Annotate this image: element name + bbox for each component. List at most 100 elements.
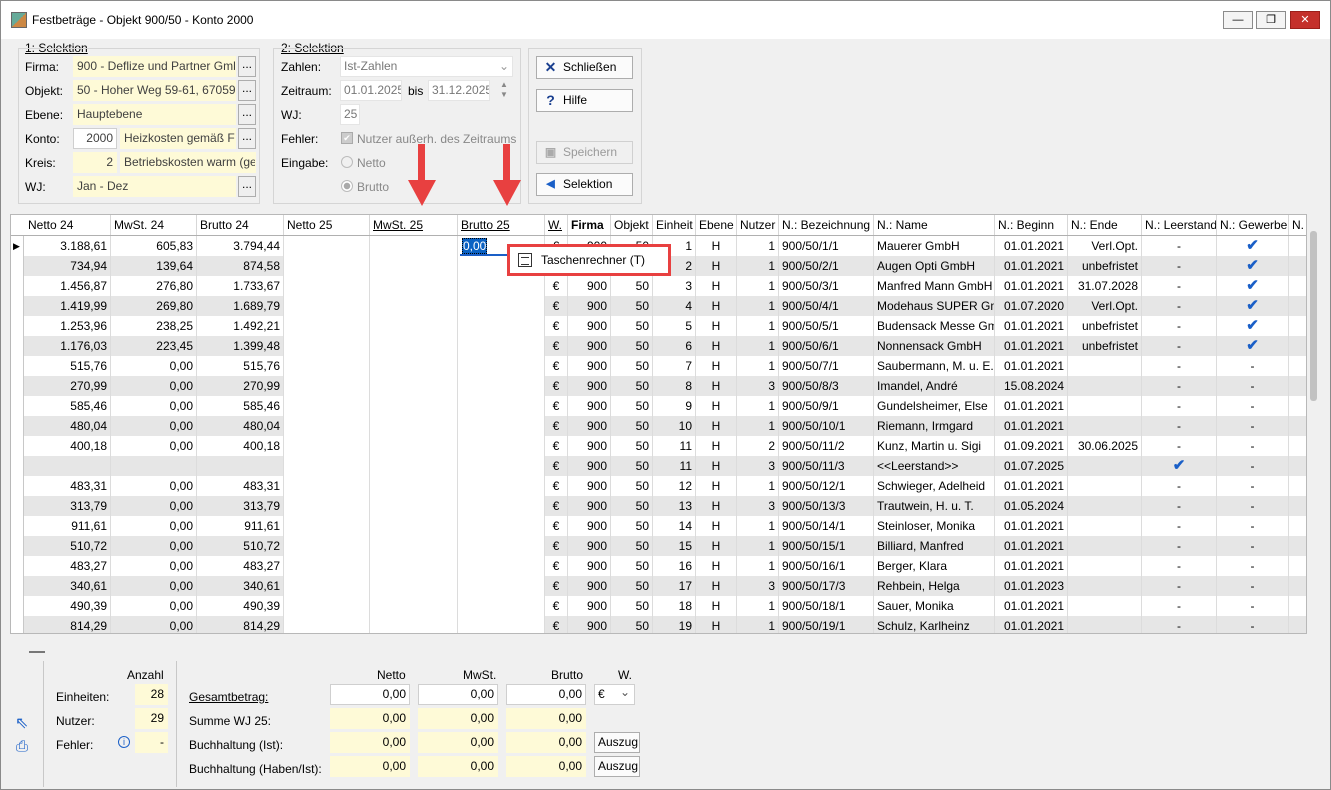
table-cell[interactable]: 483,31 xyxy=(197,476,284,496)
table-cell[interactable]: Kunz, Martin u. Sigi xyxy=(874,436,995,456)
table-cell[interactable]: 900/50/7/1 xyxy=(779,356,874,376)
context-menu[interactable]: Taschenrechner (T) xyxy=(507,244,671,276)
table-cell[interactable]: € xyxy=(545,316,568,336)
table-cell[interactable]: 30.06.2025 xyxy=(1068,436,1142,456)
table-cell[interactable]: 1 xyxy=(737,516,779,536)
table-cell[interactable]: € xyxy=(545,556,568,576)
table-cell[interactable]: 10 xyxy=(653,416,696,436)
table-cell[interactable]: 01.01.2021 xyxy=(995,516,1068,536)
fehler-checkbox[interactable]: ✔ xyxy=(341,132,353,144)
splitter-handle[interactable] xyxy=(29,651,45,653)
table-cell[interactable] xyxy=(284,416,370,436)
table-cell[interactable]: 900/50/3/1 xyxy=(779,276,874,296)
table-cell[interactable]: H xyxy=(696,436,737,456)
table-cell[interactable]: 900/50/11/3 xyxy=(779,456,874,476)
selektion-button[interactable]: ◀ Selektion xyxy=(536,173,633,196)
table-cell[interactable] xyxy=(370,316,458,336)
table-cell[interactable]: Verl.Opt. xyxy=(1068,296,1142,316)
table-cell[interactable]: 01.01.2021 xyxy=(995,476,1068,496)
table-cell[interactable] xyxy=(370,236,458,256)
table-cell[interactable] xyxy=(458,516,545,536)
table-cell[interactable] xyxy=(458,456,545,476)
table-cell[interactable]: 1 xyxy=(737,256,779,276)
table-cell[interactable] xyxy=(284,596,370,616)
table-cell[interactable]: 900/50/2/1 xyxy=(779,256,874,276)
table-cell[interactable]: 900 xyxy=(568,316,611,336)
table-cell[interactable]: 3 xyxy=(737,576,779,596)
row-selector[interactable] xyxy=(11,276,24,296)
table-cell[interactable]: - xyxy=(1142,476,1217,496)
wj-browse-button[interactable]: ... xyxy=(238,176,256,197)
table-cell[interactable]: 11 xyxy=(653,436,696,456)
table-cell[interactable]: 1 xyxy=(737,236,779,256)
column-header[interactable]: Objekt xyxy=(611,215,653,235)
table-cell[interactable]: - xyxy=(1217,496,1289,516)
table-cell[interactable]: € xyxy=(545,356,568,376)
table-cell[interactable]: 874,58 xyxy=(197,256,284,276)
table-cell[interactable]: Saubermann, M. u. E. xyxy=(874,356,995,376)
table-cell[interactable]: 50 xyxy=(611,596,653,616)
table-cell[interactable]: Berger, Klara xyxy=(874,556,995,576)
kreis-number-field[interactable]: 2 xyxy=(73,152,117,173)
table-cell[interactable]: - xyxy=(1142,396,1217,416)
table-cell[interactable]: Riemann, Irmgard xyxy=(874,416,995,436)
column-header[interactable]: Netto 25 xyxy=(284,215,370,235)
kreis-field[interactable]: Betriebskosten warm (ge xyxy=(120,152,256,173)
table-cell[interactable]: - xyxy=(1142,496,1217,516)
table-cell[interactable]: 1 xyxy=(737,556,779,576)
table-cell[interactable]: H xyxy=(696,536,737,556)
table-cell[interactable] xyxy=(284,236,370,256)
table-cell[interactable] xyxy=(111,456,197,476)
row-selector[interactable] xyxy=(11,256,24,276)
table-cell[interactable]: 734,94 xyxy=(25,256,111,276)
table-cell[interactable]: 01.01.2021 xyxy=(995,336,1068,356)
table-cell[interactable] xyxy=(284,576,370,596)
table-cell[interactable]: - xyxy=(1217,456,1289,476)
table-cell[interactable]: 1 xyxy=(737,476,779,496)
table-cell[interactable] xyxy=(458,536,545,556)
table-cell[interactable]: € xyxy=(545,396,568,416)
table-cell[interactable]: 900/50/10/1 xyxy=(779,416,874,436)
table-cell[interactable]: 01.01.2021 xyxy=(995,536,1068,556)
table-cell[interactable]: 0,00 xyxy=(111,476,197,496)
column-header[interactable]: N.: Beginn xyxy=(995,215,1068,235)
table-cell[interactable]: 900 xyxy=(568,396,611,416)
column-header[interactable]: Nutzer xyxy=(737,215,779,235)
table-cell[interactable]: Verl.Opt. xyxy=(1068,236,1142,256)
table-cell[interactable]: 900/50/11/2 xyxy=(779,436,874,456)
table-cell[interactable]: 50 xyxy=(611,396,653,416)
table-cell[interactable]: - xyxy=(1142,576,1217,596)
table-cell[interactable]: 01.01.2021 xyxy=(995,616,1068,633)
brutto25-edit-cell[interactable]: 0,00 xyxy=(460,237,507,256)
table-cell[interactable]: 900/50/6/1 xyxy=(779,336,874,356)
table-cell[interactable]: € xyxy=(545,516,568,536)
table-row[interactable]: 490,39 0,00 490,39 €900 50 18 H 1 900/50/18/1 Sau… xyxy=(11,596,1306,616)
table-cell[interactable]: Mauerer GmbH xyxy=(874,236,995,256)
table-cell[interactable]: H xyxy=(696,236,737,256)
table-cell[interactable]: € xyxy=(545,436,568,456)
table-cell[interactable]: 2 xyxy=(737,436,779,456)
table-cell[interactable]: 605,83 xyxy=(111,236,197,256)
table-cell[interactable]: 483,31 xyxy=(25,476,111,496)
table-cell[interactable]: 900/50/19/1 xyxy=(779,616,874,633)
table-cell[interactable]: 480,04 xyxy=(197,416,284,436)
zeitraum-bis-field[interactable]: 31.12.2025 xyxy=(428,80,490,101)
table-cell[interactable]: Trautwein, H. u. T. xyxy=(874,496,995,516)
table-cell[interactable]: 1 xyxy=(737,536,779,556)
table-cell[interactable]: - xyxy=(1142,236,1217,256)
table-row[interactable]: 483,31 0,00 483,31 €900 50 12 H 1 900/50/12/1 Sch… xyxy=(11,476,1306,496)
row-selector[interactable] xyxy=(11,476,24,496)
table-cell[interactable]: H xyxy=(696,476,737,496)
table-cell[interactable]: 900/50/4/1 xyxy=(779,296,874,316)
gesamt-mwst-input[interactable]: 0,00 xyxy=(418,684,498,705)
table-cell[interactable] xyxy=(370,576,458,596)
table-cell[interactable]: 5 xyxy=(653,316,696,336)
table-cell[interactable]: 15 xyxy=(653,536,696,556)
table-row[interactable]: 814,29 0,00 814,29 €900 50 19 H 1 900/50/19/1 Sch… xyxy=(11,616,1306,633)
table-cell[interactable]: 0,00 xyxy=(111,576,197,596)
table-cell[interactable] xyxy=(458,596,545,616)
table-cell[interactable]: € xyxy=(545,296,568,316)
table-cell[interactable] xyxy=(370,556,458,576)
table-cell[interactable]: 1 xyxy=(737,616,779,633)
table-cell[interactable]: 0,00 xyxy=(111,376,197,396)
